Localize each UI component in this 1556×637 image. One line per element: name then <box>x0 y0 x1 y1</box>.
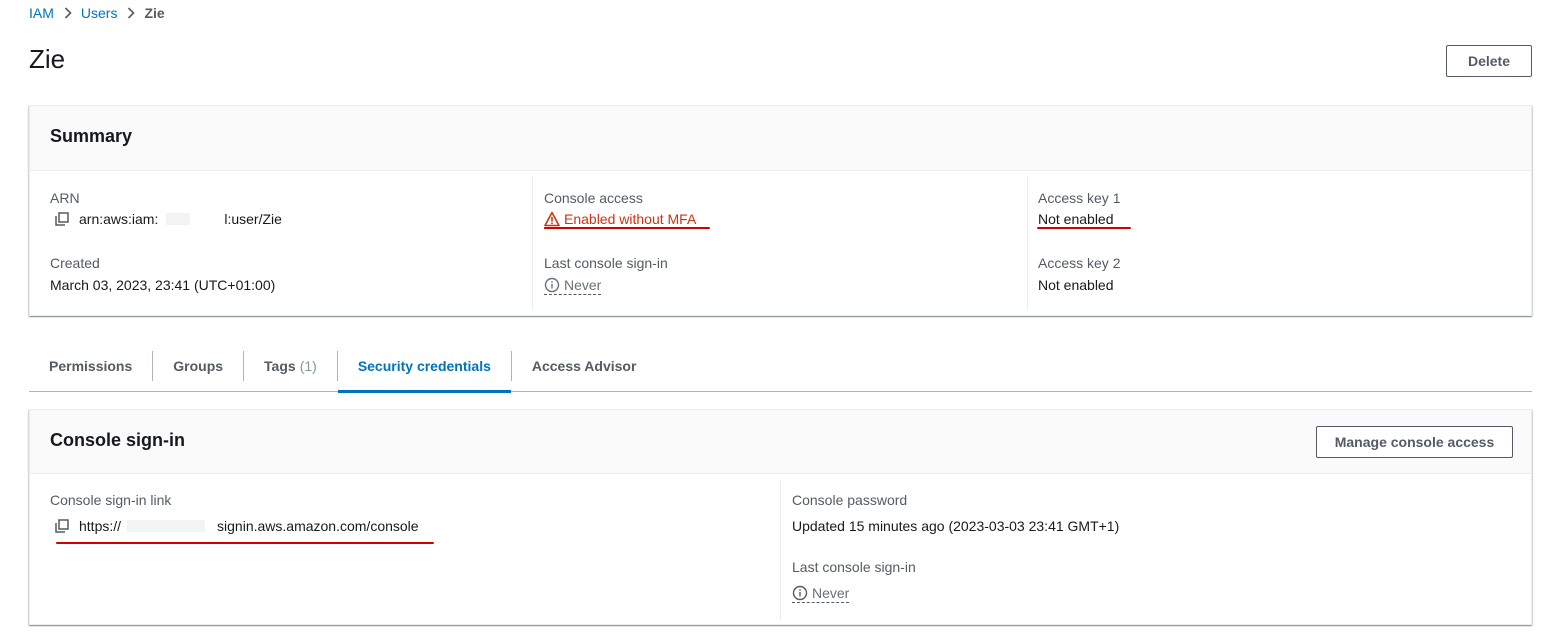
access-key2-label: Access key 2 <box>1038 255 1121 271</box>
arn-label: ARN <box>50 190 80 206</box>
column-divider <box>1027 176 1028 310</box>
tab-groups[interactable]: Groups <box>153 341 243 392</box>
console-password-value: Updated 15 minutes ago (2023-03-03 23:41… <box>792 518 1120 534</box>
tab-count: (1) <box>299 358 317 374</box>
tab-label: Tags <box>264 358 296 374</box>
copy-icon[interactable] <box>55 212 69 226</box>
breadcrumb-current: Zie <box>144 5 165 21</box>
column-divider <box>532 176 533 310</box>
annotation-underline <box>56 542 434 544</box>
signin-link-value: https:// signin.aws.amazon.com/console <box>55 518 419 534</box>
breadcrumb-users[interactable]: Users <box>81 5 118 21</box>
chevron-right-icon <box>64 7 72 19</box>
created-label: Created <box>50 255 100 271</box>
chevron-right-icon <box>127 7 136 19</box>
redacted-account-alias <box>121 519 217 533</box>
console-access-text: Enabled without MFA <box>564 211 697 227</box>
annotation-underline <box>544 227 710 229</box>
console-signin-title: Console sign-in <box>50 430 185 450</box>
tab-label: Access Advisor <box>531 358 637 374</box>
breadcrumb-iam[interactable]: IAM <box>29 5 54 21</box>
access-key1-label: Access key 1 <box>1038 190 1121 206</box>
tab-permissions[interactable]: Permissions <box>29 341 152 392</box>
info-icon <box>792 585 808 601</box>
signin-link-prefix[interactable]: https:// <box>79 518 121 534</box>
last-signin-value: Never <box>792 585 850 603</box>
last-signin-link[interactable]: Never <box>792 585 850 603</box>
tab-label: Groups <box>173 358 224 374</box>
last-signin-label: Last console sign-in <box>544 255 668 271</box>
tab-label: Security credentials <box>357 358 491 374</box>
redacted-account-id <box>166 213 191 225</box>
delete-button[interactable]: Delete <box>1446 45 1532 77</box>
tab-label: Permissions <box>49 358 133 374</box>
tab-access-advisor[interactable]: Access Advisor <box>512 341 657 392</box>
warning-icon <box>544 211 560 227</box>
tab-tags[interactable]: Tags (1) <box>244 341 337 392</box>
last-signin-text: Never <box>812 585 850 601</box>
console-password-label: Console password <box>792 492 908 508</box>
created-value: March 03, 2023, 23:41 (UTC+01:00) <box>50 277 276 293</box>
last-signin-value: Never <box>544 277 602 295</box>
manage-console-access-button[interactable]: Manage console access <box>1316 426 1513 458</box>
access-key2-value: Not enabled <box>1038 277 1114 293</box>
tab-security-credentials[interactable]: Security credentials <box>337 341 511 393</box>
console-access-label: Console access <box>544 190 643 206</box>
summary-header: Summary <box>30 106 1531 171</box>
column-divider <box>780 480 781 620</box>
tab-bar: Permissions Groups Tags (1) Security cred… <box>29 341 1532 393</box>
last-signin-label: Last console sign-in <box>792 559 916 575</box>
arn-suffix: l:user/Zie <box>224 211 282 227</box>
console-signin-header: Console sign-in Manage console access <box>30 410 1531 474</box>
access-key1-value: Not enabled <box>1038 211 1114 227</box>
summary-panel: Summary ARN arn:aws:iam: l:user/Zie Crea… <box>29 105 1532 316</box>
last-signin-link[interactable]: Never <box>544 277 602 295</box>
page-title: Zie <box>29 44 66 74</box>
last-signin-text: Never <box>564 277 602 293</box>
annotation-underline <box>1037 227 1131 229</box>
signin-link-label: Console sign-in link <box>50 492 172 508</box>
copy-icon[interactable] <box>55 519 69 533</box>
arn-prefix: arn:aws:iam: <box>79 211 159 227</box>
summary-title: Summary <box>50 126 133 146</box>
info-icon <box>544 277 560 293</box>
console-signin-panel: Console sign-in Manage console access Co… <box>29 409 1532 625</box>
breadcrumb: IAM Users Zie <box>29 4 165 22</box>
arn-value: arn:aws:iam: l:user/Zie <box>55 211 282 227</box>
signin-link-suffix[interactable]: signin.aws.amazon.com/console <box>217 518 419 534</box>
